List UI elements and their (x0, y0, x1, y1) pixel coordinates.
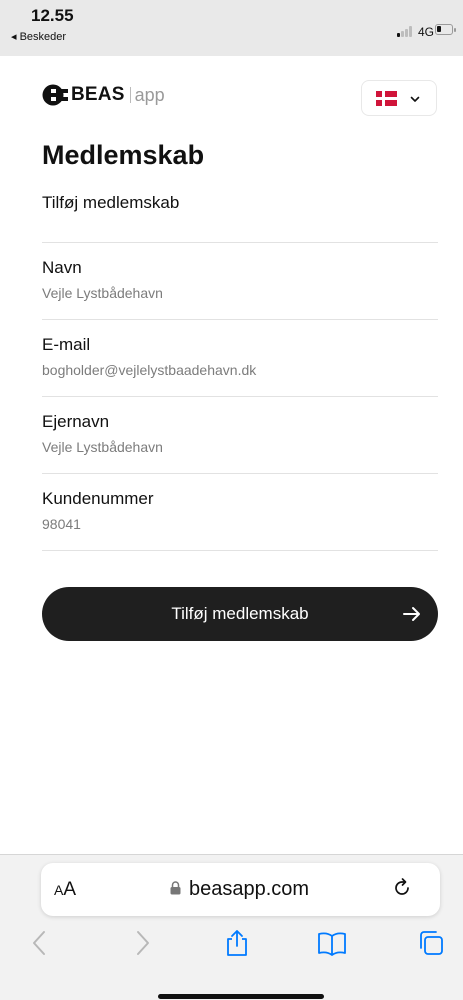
add-membership-label: Tilføj medlemskab (171, 604, 309, 623)
url-text[interactable]: beasapp.com (189, 878, 309, 901)
bookmarks-icon[interactable] (317, 929, 347, 957)
signal-icon (397, 26, 414, 37)
back-to-app-link[interactable]: ◂ Beskeder (11, 30, 66, 43)
status-time: 12.55 (31, 6, 74, 25)
language-selector[interactable] (361, 80, 437, 116)
text-size-large-a: A (63, 879, 77, 900)
field-value: bogholder@vejlelystbaadehavn.dk (42, 362, 257, 378)
field-value: 98041 (42, 516, 81, 532)
brand-suffix: app (134, 84, 165, 105)
field-ejernavn: Ejernavn Vejle Lystbådehavn (42, 396, 438, 473)
battery-icon (435, 24, 456, 35)
text-size-button[interactable]: AA (54, 879, 76, 901)
browser-toolbar: AA beasapp.com (0, 854, 463, 1000)
field-label: Ejernavn (42, 412, 110, 431)
status-bar: 12.55 ◂ Beskeder 4G (0, 0, 463, 56)
denmark-flag-icon (376, 91, 397, 106)
field-label: E-mail (42, 335, 91, 354)
page-subtitle: Tilføj medlemskab (42, 193, 180, 212)
field-value: Vejle Lystbådehavn (42, 439, 163, 455)
field-kundenummer: Kundenummer 98041 (42, 473, 438, 550)
text-size-small-a: A (54, 882, 64, 898)
brand-divider (129, 87, 131, 103)
network-type: 4G (418, 25, 435, 39)
address-bar[interactable]: AA beasapp.com (41, 863, 440, 916)
divider (42, 550, 438, 551)
arrow-right-icon (403, 607, 420, 621)
chevron-down-icon (410, 96, 420, 102)
share-icon[interactable] (224, 929, 250, 957)
field-value: Vejle Lystbådehavn (42, 285, 163, 301)
field-navn: Navn Vejle Lystbådehavn (42, 242, 438, 319)
brand-logo[interactable]: BEAS app (42, 83, 165, 107)
field-label: Kundenummer (42, 489, 154, 508)
page-title: Medlemskab (42, 140, 205, 170)
forward-icon[interactable] (135, 929, 151, 957)
back-icon[interactable] (31, 929, 47, 957)
brand-name: BEAS (71, 84, 125, 105)
tabs-icon[interactable] (417, 929, 445, 957)
lock-icon (170, 881, 181, 895)
add-membership-button[interactable]: Tilføj medlemskab (42, 587, 438, 641)
field-label: Navn (42, 258, 82, 277)
reload-icon[interactable] (391, 877, 413, 899)
beas-logo-icon (42, 84, 68, 106)
field-email: E-mail bogholder@vejlelystbaadehavn.dk (42, 319, 438, 396)
home-indicator (158, 994, 324, 999)
